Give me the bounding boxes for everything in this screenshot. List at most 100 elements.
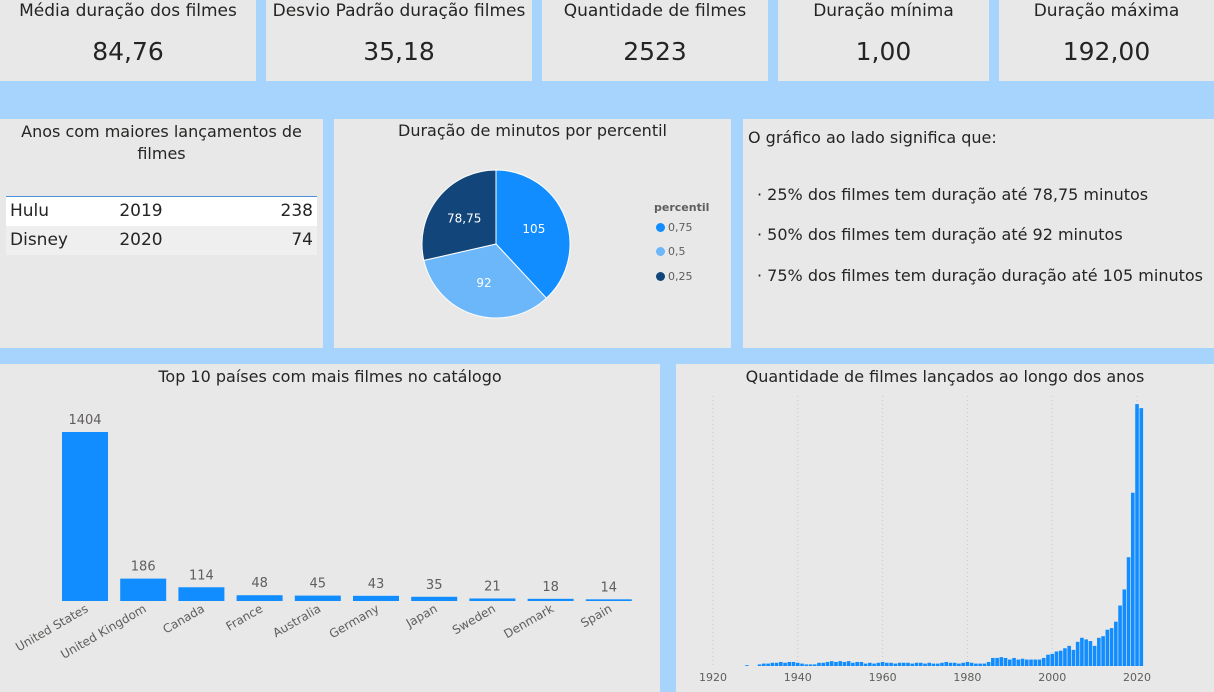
bar[interactable] — [821, 662, 826, 666]
bar[interactable] — [991, 657, 995, 666]
bar[interactable] — [855, 661, 859, 666]
legend-item[interactable]: 0,25 — [656, 270, 693, 283]
bar[interactable] — [1092, 645, 1097, 666]
bar[interactable] — [1118, 605, 1122, 666]
bar[interactable] — [236, 595, 283, 601]
bar[interactable] — [978, 663, 982, 666]
table-row[interactable]: Hulu 2019 238 — [6, 196, 317, 226]
bar[interactable] — [872, 663, 876, 666]
bar[interactable] — [353, 595, 399, 601]
bar[interactable] — [859, 661, 864, 666]
bar[interactable] — [889, 662, 893, 666]
bar[interactable] — [1067, 645, 1071, 666]
bar[interactable] — [974, 663, 978, 666]
bar[interactable] — [982, 663, 987, 666]
bar[interactable] — [1114, 621, 1118, 666]
bar[interactable] — [1109, 628, 1114, 666]
bar[interactable] — [995, 657, 999, 666]
bar[interactable] — [825, 661, 830, 666]
bar[interactable] — [757, 664, 762, 666]
bar[interactable] — [812, 664, 817, 666]
bar[interactable] — [1037, 659, 1042, 666]
bar[interactable] — [770, 662, 775, 666]
bar[interactable] — [965, 661, 970, 666]
bar[interactable] — [800, 663, 804, 666]
bar[interactable] — [923, 663, 927, 666]
bar[interactable] — [766, 663, 770, 666]
bar[interactable] — [1126, 557, 1131, 666]
bar[interactable] — [918, 662, 923, 666]
bar[interactable] — [1088, 641, 1093, 666]
bar[interactable] — [1105, 629, 1110, 666]
bar[interactable] — [1046, 654, 1050, 666]
bar[interactable] — [1054, 651, 1059, 666]
bar[interactable] — [1139, 408, 1144, 666]
bar[interactable] — [834, 661, 838, 666]
bar[interactable] — [527, 598, 574, 601]
bar[interactable] — [1033, 659, 1038, 666]
bar[interactable] — [178, 587, 225, 601]
bar[interactable] — [469, 598, 516, 601]
bar[interactable] — [893, 663, 898, 666]
bar[interactable] — [1071, 649, 1076, 666]
table-row[interactable]: Disney 2020 74 — [6, 225, 317, 255]
bar[interactable] — [817, 662, 821, 666]
legend-item[interactable]: 0,5 — [656, 245, 686, 258]
bar[interactable] — [910, 663, 915, 666]
bar[interactable] — [931, 663, 936, 666]
bar[interactable] — [1075, 641, 1080, 666]
bar[interactable] — [62, 432, 108, 601]
bar[interactable] — [935, 663, 940, 666]
bar[interactable] — [846, 661, 851, 666]
bar[interactable] — [1041, 657, 1046, 666]
bar[interactable] — [1101, 636, 1105, 666]
bar[interactable] — [940, 662, 944, 666]
bar[interactable] — [838, 661, 842, 666]
bar[interactable] — [1024, 659, 1029, 666]
bar[interactable] — [1097, 637, 1101, 666]
bar[interactable] — [1003, 657, 1008, 666]
bar[interactable] — [787, 661, 792, 666]
legend-item[interactable]: 0,75 — [656, 221, 693, 234]
bar[interactable] — [1084, 639, 1088, 666]
bar[interactable] — [1130, 492, 1135, 666]
years-bar-chart[interactable]: 1920 1940 1960 1980 2000 2020 — [676, 364, 1214, 692]
bar[interactable] — [791, 661, 796, 666]
bar[interactable] — [1135, 404, 1139, 666]
countries-bar-chart[interactable]: 1404United States186United Kingdom114Can… — [0, 364, 660, 692]
bar[interactable] — [868, 662, 872, 666]
bar[interactable] — [1080, 637, 1084, 666]
bar[interactable] — [808, 664, 813, 666]
bar[interactable] — [1122, 589, 1127, 666]
bar[interactable] — [783, 662, 787, 666]
bar[interactable] — [294, 595, 341, 601]
bar[interactable] — [411, 596, 458, 601]
bar[interactable] — [863, 663, 868, 666]
bar[interactable] — [944, 661, 949, 666]
bar[interactable] — [876, 662, 881, 666]
bar[interactable] — [1058, 650, 1063, 666]
bar[interactable] — [906, 662, 910, 666]
bar[interactable] — [745, 665, 749, 666]
bar[interactable] — [1012, 657, 1016, 666]
bar[interactable] — [897, 662, 902, 666]
bar[interactable] — [774, 662, 779, 666]
bar[interactable] — [1029, 659, 1033, 666]
bar[interactable] — [1016, 659, 1021, 666]
bar[interactable] — [952, 662, 957, 666]
bar[interactable] — [961, 662, 965, 666]
bar[interactable] — [120, 578, 167, 601]
bar[interactable] — [957, 663, 961, 666]
bar[interactable] — [880, 661, 885, 666]
bar[interactable] — [927, 662, 932, 666]
bar[interactable] — [901, 662, 906, 666]
bar[interactable] — [885, 662, 889, 666]
bar[interactable] — [762, 663, 766, 666]
bar[interactable] — [842, 661, 847, 666]
bar[interactable] — [999, 657, 1004, 666]
bar[interactable] — [585, 599, 632, 601]
bar[interactable] — [851, 662, 855, 666]
bar[interactable] — [795, 662, 800, 666]
bar[interactable] — [779, 661, 783, 666]
bar[interactable] — [969, 662, 974, 666]
